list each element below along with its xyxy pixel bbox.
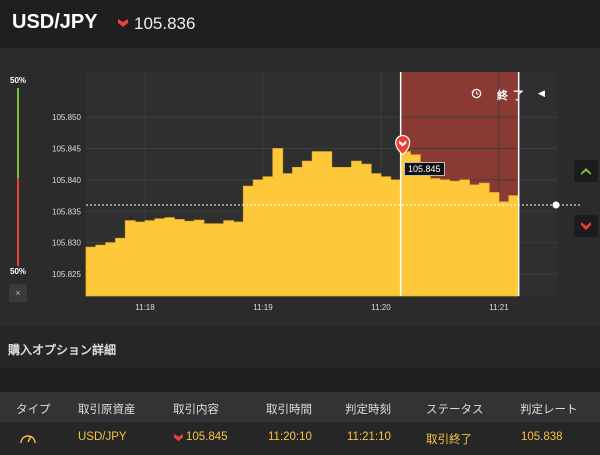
pair-title: USD/JPY bbox=[12, 11, 98, 33]
col-status: ステータス bbox=[426, 404, 484, 416]
header: USD/JPY 105.836 bbox=[0, 0, 600, 48]
purchase-rate-tooltip: 105.845 bbox=[404, 162, 445, 176]
x-tick-label: 11:21 bbox=[489, 303, 509, 312]
row-judge-rate: 105.838 bbox=[521, 431, 563, 443]
row-status: 取引終了 bbox=[426, 434, 472, 446]
low-button[interactable] bbox=[574, 215, 598, 237]
history-icon bbox=[471, 88, 482, 99]
chart-area[interactable]: 105.850 105.845 105.840 105.835 105.830 105.8… bbox=[0, 48, 600, 326]
x-tick-label: 11:18 bbox=[135, 303, 155, 312]
table-row[interactable]: USD/JPY 105.845 11:20:10 11:21:10 取引終了 1… bbox=[0, 422, 600, 455]
up-arrow-icon bbox=[581, 168, 591, 175]
y-tick-label: 105.825 bbox=[52, 270, 81, 279]
expire-arrow-icon: ◀ bbox=[538, 88, 545, 98]
gauge-close-button[interactable]: × bbox=[9, 284, 27, 302]
col-type: タイプ bbox=[16, 404, 51, 416]
gauge-low-bar bbox=[17, 178, 19, 266]
gauge-low-percent: 50% bbox=[10, 267, 27, 276]
y-tick-label: 105.830 bbox=[52, 239, 81, 248]
x-tick-label: 11:19 bbox=[253, 303, 273, 312]
current-rate-dot bbox=[552, 201, 560, 209]
gauge-high-percent: 50% bbox=[10, 76, 27, 85]
y-tick-label: 105.840 bbox=[52, 176, 81, 185]
col-content: 取引内容 bbox=[173, 404, 219, 416]
options-section-header: 購入オプション詳細 bbox=[0, 326, 600, 368]
current-rate: 105.836 bbox=[134, 14, 196, 33]
row-content: 105.845 bbox=[186, 431, 228, 443]
down-arrow-icon bbox=[174, 434, 183, 442]
x-tick-label: 11:20 bbox=[371, 303, 391, 312]
y-tick-label: 105.845 bbox=[52, 145, 81, 154]
down-arrow-icon bbox=[118, 19, 128, 27]
gauge-high-bar bbox=[17, 88, 19, 178]
row-trade-time: 11:20:10 bbox=[268, 431, 312, 443]
gauge-icon bbox=[20, 435, 36, 444]
row-asset: USD/JPY bbox=[78, 431, 127, 443]
col-trade-time: 取引時間 bbox=[266, 404, 312, 416]
app-root: USD/JPY 105.836 105.850 105.845 105.840 105… bbox=[0, 0, 600, 455]
col-judge-time: 判定時刻 bbox=[345, 404, 391, 416]
section-divider bbox=[0, 368, 600, 392]
y-tick-label: 105.850 bbox=[52, 113, 81, 122]
y-tick-label: 105.835 bbox=[52, 207, 81, 216]
expire-label: 終 了 bbox=[497, 90, 526, 102]
down-arrow-icon bbox=[581, 222, 591, 230]
col-asset: 取引原資産 bbox=[78, 404, 136, 416]
col-judge-rate: 判定レート bbox=[520, 404, 578, 416]
section-title: 購入オプション詳細 bbox=[8, 343, 117, 357]
row-judge-time: 11:21:10 bbox=[347, 431, 391, 443]
table-header: タイプ 取引原資産 取引内容 取引時間 判定時刻 ステータス 判定レート bbox=[0, 392, 600, 422]
high-button[interactable] bbox=[574, 160, 598, 182]
